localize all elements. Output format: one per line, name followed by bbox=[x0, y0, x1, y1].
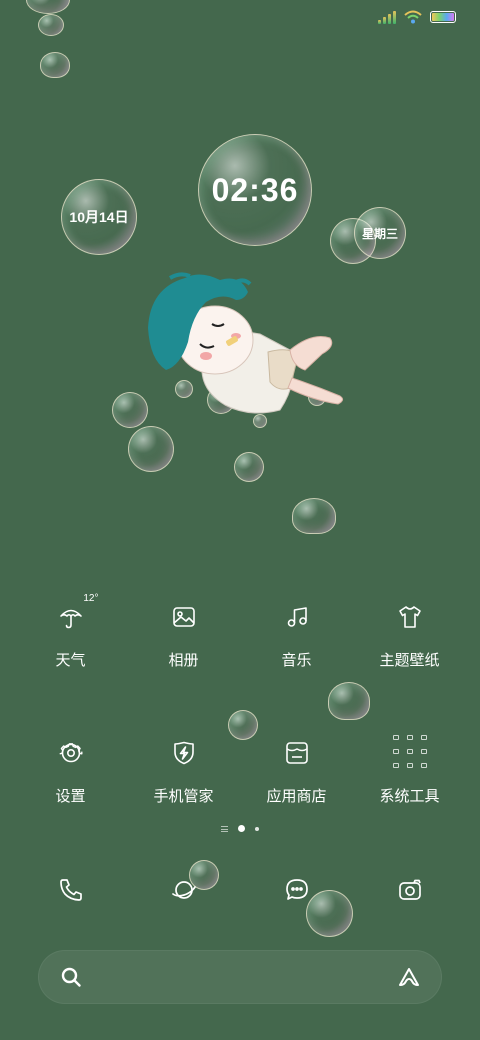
app-gallery[interactable]: 相册 bbox=[127, 595, 240, 671]
bubble-decoration bbox=[128, 426, 174, 472]
search-icon[interactable] bbox=[59, 965, 83, 989]
wifi-icon bbox=[404, 10, 422, 24]
dock bbox=[14, 866, 466, 914]
app-system-tools[interactable]: 系统工具 bbox=[353, 731, 466, 807]
page-dot-active bbox=[238, 825, 245, 832]
weather-temperature: 12° bbox=[83, 593, 99, 604]
heart-bubble-decoration bbox=[292, 498, 336, 534]
dock-phone[interactable] bbox=[14, 866, 127, 914]
clock-weekday[interactable]: 星期三 bbox=[354, 207, 406, 259]
umbrella-icon: 12° bbox=[49, 593, 99, 639]
battery-icon bbox=[430, 11, 456, 23]
heart-bubble-decoration bbox=[40, 52, 70, 78]
gallery-icon bbox=[162, 595, 206, 639]
bubble-decoration bbox=[234, 452, 264, 482]
gear-icon bbox=[49, 731, 93, 775]
status-bar bbox=[378, 10, 456, 24]
phone-icon bbox=[59, 879, 82, 901]
tshirt-icon bbox=[388, 595, 432, 639]
page-indicator[interactable] bbox=[0, 825, 480, 832]
folder-grid-icon bbox=[388, 731, 432, 775]
music-note-icon bbox=[275, 595, 319, 639]
app-themes[interactable]: 主题壁纸 bbox=[353, 595, 466, 671]
shield-bolt-icon bbox=[162, 731, 206, 775]
page-dot bbox=[255, 826, 259, 831]
clock-date[interactable]: 10月14日 bbox=[61, 179, 137, 255]
assistant-logo-icon[interactable] bbox=[397, 965, 421, 989]
app-music[interactable]: 音乐 bbox=[240, 595, 353, 671]
app-label: 音乐 bbox=[281, 652, 312, 669]
dock-messages[interactable] bbox=[240, 866, 353, 914]
clock-time[interactable]: 02:36 bbox=[198, 134, 312, 246]
app-label: 手机管家 bbox=[153, 788, 214, 805]
page-list-icon bbox=[221, 825, 228, 832]
floating-boy-illustration bbox=[148, 272, 344, 414]
dock-browser[interactable] bbox=[127, 866, 240, 914]
store-icon bbox=[275, 731, 319, 775]
app-store[interactable]: 应用商店 bbox=[240, 731, 353, 807]
message-bubble-icon bbox=[285, 879, 308, 900]
signal-icon bbox=[378, 10, 396, 24]
app-label: 应用商店 bbox=[266, 788, 327, 805]
search-bar[interactable] bbox=[38, 950, 442, 1004]
app-settings[interactable]: 设置 bbox=[14, 731, 127, 807]
planet-browser-icon bbox=[171, 881, 196, 899]
bubble-decoration bbox=[38, 14, 64, 36]
app-label: 系统工具 bbox=[379, 788, 440, 805]
bubble-decoration bbox=[26, 0, 70, 14]
app-label: 天气 bbox=[55, 652, 86, 669]
app-label: 设置 bbox=[55, 788, 86, 805]
dock-camera[interactable] bbox=[353, 866, 466, 914]
camera-icon bbox=[398, 879, 421, 900]
app-weather[interactable]: 12° 天气 bbox=[14, 593, 127, 671]
app-grid: 12° 天气 相册 音乐 主题壁纸 设置 手机管家 应用商店 系统工具 bbox=[14, 593, 466, 807]
app-phone-manager[interactable]: 手机管家 bbox=[127, 731, 240, 807]
app-label: 相册 bbox=[168, 652, 199, 669]
app-label: 主题壁纸 bbox=[379, 652, 440, 669]
